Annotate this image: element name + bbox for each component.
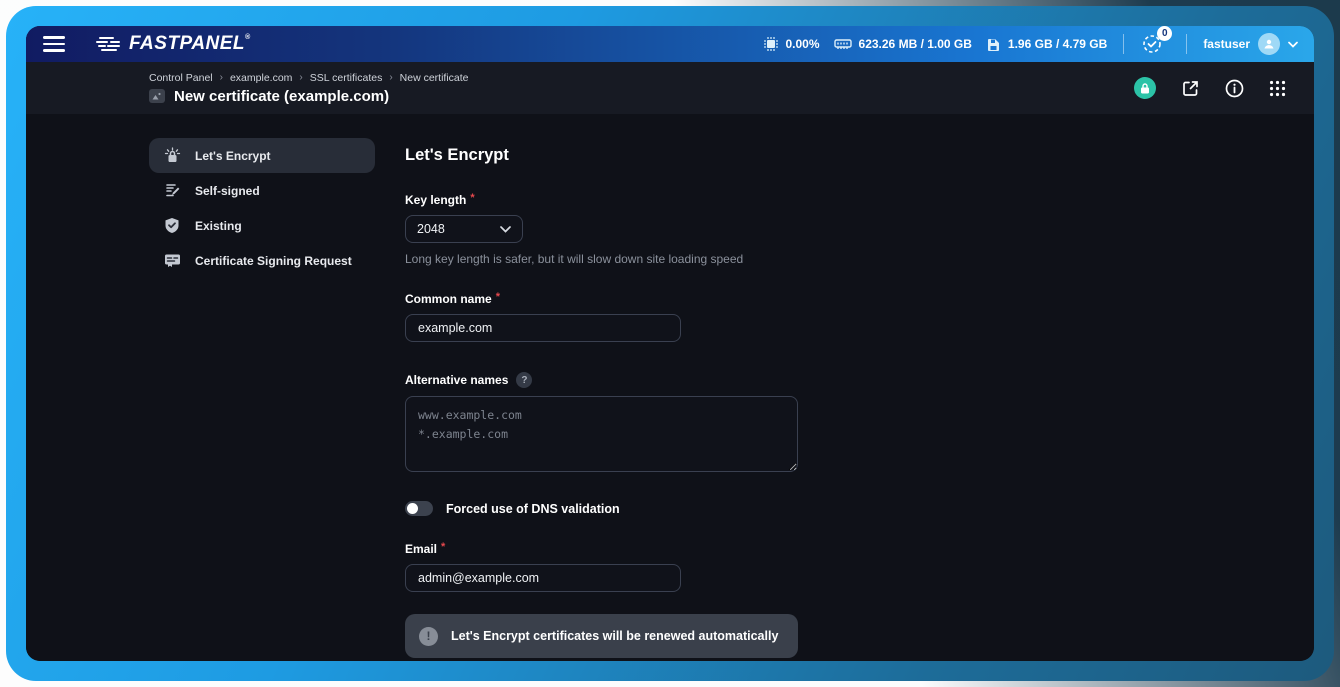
lets-encrypt-form: Let's Encrypt Key length* 2048 Long key … (405, 138, 800, 661)
sidebar-item-label: Existing (195, 219, 242, 233)
registered-mark: ® (245, 34, 251, 41)
dns-validation-toggle[interactable] (405, 501, 433, 516)
info-banner-text: Let's Encrypt certificates will be renew… (451, 629, 778, 643)
key-length-help-text: Long key length is safer, but it will sl… (405, 252, 800, 266)
breadcrumb-separator: › (220, 72, 223, 83)
app-window: FASTPANEL® 0.00% (26, 26, 1314, 661)
required-asterisk: * (496, 291, 500, 303)
disk-icon (986, 37, 1001, 52)
fastpanel-logo-text: FASTPANEL® (129, 33, 251, 55)
ram-icon (834, 37, 852, 51)
sidebar-item-label: Self-signed (195, 184, 260, 198)
email-input[interactable] (405, 564, 681, 592)
required-asterisk: * (470, 192, 474, 204)
chevron-down-icon (1288, 41, 1298, 48)
info-banner: ! Let's Encrypt certificates will be ren… (405, 614, 798, 658)
common-name-input[interactable] (405, 314, 681, 342)
sidebar-item-label: Let's Encrypt (195, 149, 271, 163)
topbar-stats: 0.00% 623.26 MB / 1.00 GB (763, 30, 1299, 58)
topbar-divider (1123, 34, 1124, 54)
sidebar-item-self-signed[interactable]: Self-signed (149, 173, 375, 208)
topbar: FASTPANEL® 0.00% (26, 26, 1314, 62)
fastpanel-logo[interactable]: FASTPANEL® (96, 33, 251, 55)
certificate-card-icon (163, 253, 181, 268)
lets-encrypt-padlock-icon (163, 147, 181, 164)
username: fastuser (1203, 37, 1250, 51)
image-icon (149, 89, 165, 103)
content-area: Let's Encrypt Self-signed (26, 114, 1314, 661)
topbar-divider (1186, 34, 1187, 54)
external-link-icon[interactable] (1181, 79, 1200, 98)
breadcrumb-site[interactable]: example.com (230, 72, 292, 84)
notifications-button[interactable]: 0 (1140, 30, 1170, 58)
info-icon[interactable] (1225, 79, 1244, 98)
avatar (1258, 33, 1280, 55)
disk-usage-stat[interactable]: 1.96 GB / 4.79 GB (986, 37, 1107, 52)
common-name-label: Common name* (405, 292, 800, 306)
chevron-down-icon (500, 226, 511, 233)
apps-grid-icon[interactable] (1269, 80, 1286, 97)
sidebar-item-existing[interactable]: Existing (149, 208, 375, 243)
page-title: New certificate (example.com) (174, 88, 389, 105)
breadcrumb-separator: › (389, 72, 392, 83)
required-asterisk: * (441, 541, 445, 553)
form-heading: Let's Encrypt (405, 146, 800, 165)
ram-usage-stat[interactable]: 623.26 MB / 1.00 GB (834, 37, 972, 51)
sidebar-item-csr[interactable]: Certificate Signing Request (149, 243, 375, 278)
dns-validation-label: Forced use of DNS validation (446, 502, 620, 516)
ram-usage-value: 623.26 MB / 1.00 GB (859, 37, 972, 51)
key-length-label: Key length* (405, 193, 800, 207)
key-length-value: 2048 (417, 222, 445, 236)
sidebar-item-lets-encrypt[interactable]: Let's Encrypt (149, 138, 375, 173)
ssl-lock-icon[interactable] (1134, 77, 1156, 99)
cpu-usage-stat[interactable]: 0.00% (763, 36, 820, 52)
user-menu[interactable]: fastuser (1203, 33, 1298, 55)
notifications-count-badge: 0 (1157, 26, 1172, 41)
breadcrumb: Control Panel › example.com › SSL certif… (149, 72, 469, 84)
breadcrumb-ssl-certificates[interactable]: SSL certificates (310, 72, 383, 84)
alternative-names-label: Alternative names ? (405, 372, 800, 388)
certificate-type-sidebar: Let's Encrypt Self-signed (149, 138, 375, 661)
breadcrumb-control-panel[interactable]: Control Panel (149, 72, 213, 84)
cpu-icon (763, 36, 779, 52)
shield-check-icon (163, 217, 181, 234)
fastpanel-logo-icon (96, 36, 122, 52)
disk-usage-value: 1.96 GB / 4.79 GB (1008, 37, 1107, 51)
hamburger-menu-button[interactable] (26, 26, 82, 62)
email-label: Email* (405, 542, 800, 556)
exclamation-icon: ! (419, 627, 438, 646)
breadcrumb-separator: › (299, 72, 302, 83)
cpu-usage-value: 0.00% (786, 37, 820, 51)
window-frame: FASTPANEL® 0.00% (6, 6, 1334, 681)
alternative-names-textarea[interactable] (405, 396, 798, 472)
page-header: Control Panel › example.com › SSL certif… (26, 62, 1314, 114)
dns-validation-row: Forced use of DNS validation (405, 501, 800, 516)
document-signature-icon (163, 182, 181, 199)
sidebar-item-label: Certificate Signing Request (195, 254, 352, 268)
help-tooltip-icon[interactable]: ? (516, 372, 532, 388)
key-length-select[interactable]: 2048 (405, 215, 523, 243)
breadcrumb-new-certificate[interactable]: New certificate (400, 72, 469, 84)
